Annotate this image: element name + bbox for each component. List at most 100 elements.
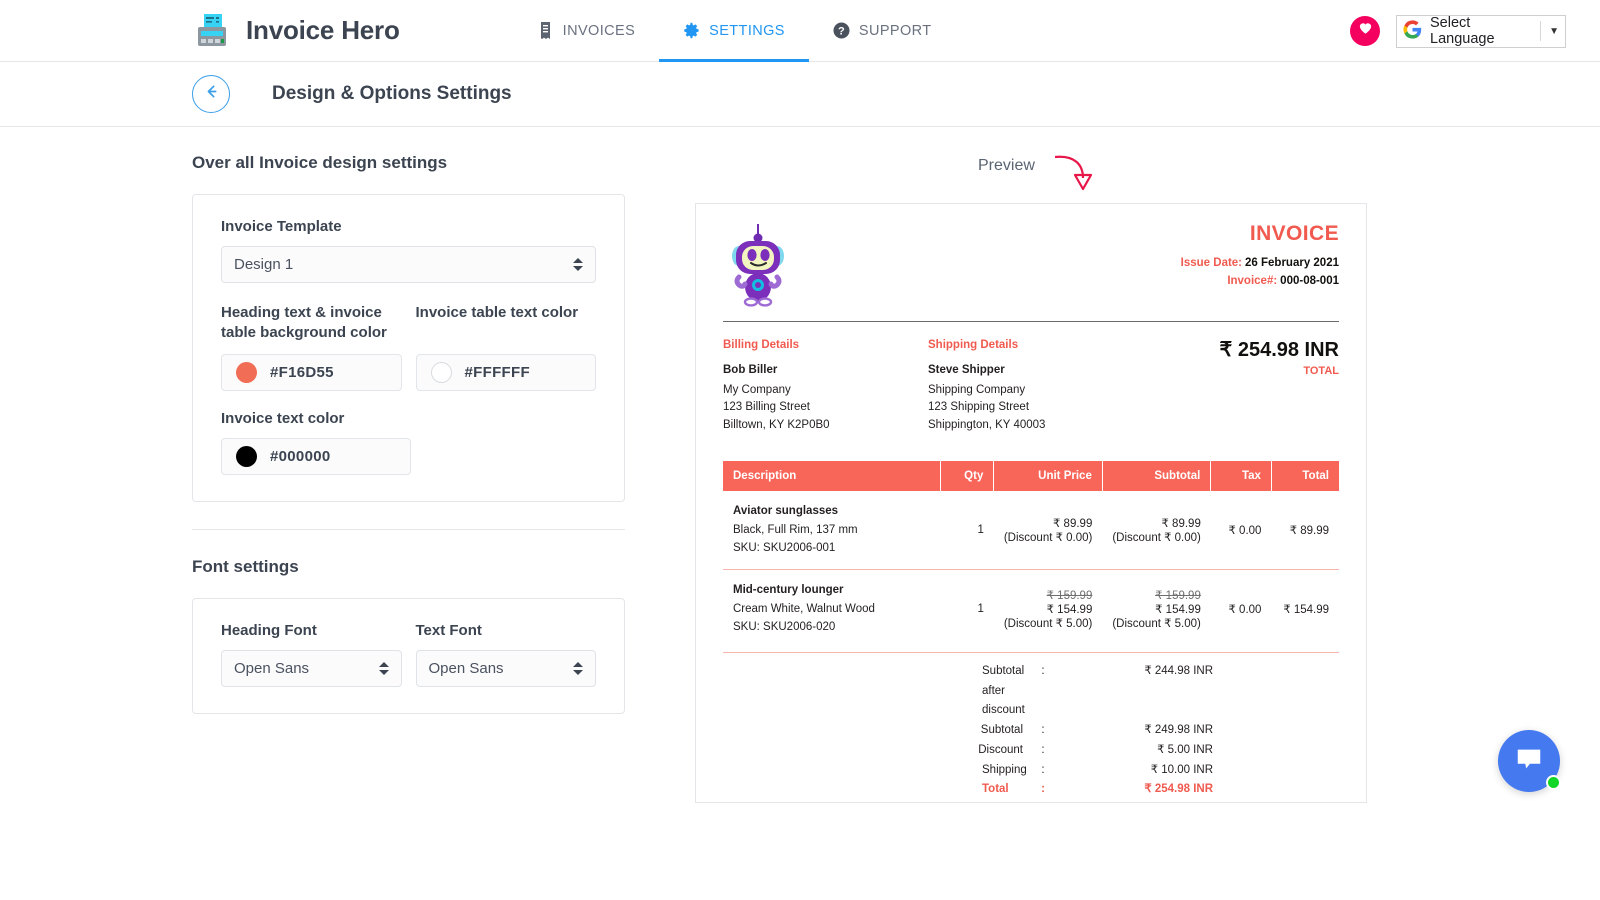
robot-logo-icon [723, 222, 793, 307]
item-total: ₹ 154.99 [1271, 568, 1339, 648]
totals-row: Shipping : ₹ 10.00 INR [723, 761, 1339, 781]
chat-bubble-icon [1514, 744, 1544, 779]
totals-separator: : [1041, 664, 1045, 677]
chevron-down-icon[interactable]: ▼ [1540, 21, 1559, 41]
item-qty: 1 [940, 568, 994, 648]
language-selector[interactable]: Select Language ▼ [1396, 14, 1566, 48]
nav-item-support-label: SUPPORT [858, 22, 932, 39]
online-status-indicator [1546, 775, 1561, 790]
shipping-line-2: 123 Shipping Street [928, 401, 1030, 414]
totals-value: ₹ 249.98 INR [1144, 724, 1213, 737]
text-font-field: Text Font Open Sans [415, 621, 596, 687]
table-text-color-value: #FFFFFF [464, 363, 530, 381]
billing-heading: Billing Details [723, 339, 800, 351]
item-name: Aviator sunglasses [733, 505, 839, 518]
issue-date-row: Issue Date: 26 February 2021 [1181, 255, 1339, 273]
invoice-template-select[interactable]: Design 1 [221, 245, 596, 283]
totals-label: Subtotal after discount [982, 664, 1025, 717]
design-settings-heading: Over all Invoice design settings [192, 153, 448, 172]
column-subtotal: Subtotal [1102, 461, 1212, 492]
totals-label: Shipping [982, 763, 1027, 776]
item-unit-price-cell: ₹ 89.99 (Discount ₹ 0.00) [994, 491, 1103, 569]
shipping-line-1: Shipping Company [928, 383, 1026, 396]
language-selector-label: Select Language [1430, 15, 1495, 47]
invoice-preview: INVOICE Issue Date: 26 February 2021 Invo… [695, 203, 1367, 803]
nav-item-support[interactable]: ? SUPPORT [809, 0, 956, 62]
invoice-printer-logo-icon [192, 11, 232, 51]
item-subtotal-cell: ₹ 89.99 (Discount ₹ 0.00) [1102, 491, 1211, 569]
column-unit-price: Unit Price [993, 461, 1103, 492]
heading-font-value: Open Sans [234, 659, 310, 677]
invoice-text-color-field: Invoice text color #000000 [221, 409, 411, 475]
arrow-left-icon [202, 82, 221, 106]
color-swatch[interactable] [236, 445, 257, 467]
nav-item-settings[interactable]: SETTINGS [659, 0, 809, 62]
svg-text:?: ? [838, 26, 845, 38]
help-icon: ? [833, 22, 850, 39]
totals-label: Total [982, 783, 1009, 796]
column-description: Description [723, 461, 941, 492]
item-description-cell: Mid-century lounger Cream White, Walnut … [723, 568, 941, 648]
brand[interactable]: Invoice Hero [192, 11, 400, 51]
heading-color-value: #F16D55 [270, 363, 334, 381]
item-unit-price-cell: ₹ 159.99 ₹ 154.99 (Discount ₹ 5.00) [993, 568, 1103, 648]
totals-value: ₹ 254.98 INR [1144, 783, 1213, 796]
totals-separator: : [1041, 763, 1045, 776]
brand-name: Invoice Hero [246, 15, 400, 45]
table-row: Mid-century lounger Cream White, Walnut … [723, 568, 1339, 648]
billing-line-2: 123 Billing Street [723, 401, 810, 414]
column-qty: Qty [940, 461, 995, 492]
favorite-heart-button[interactable] [1350, 16, 1380, 46]
stepper-icon[interactable] [378, 661, 389, 675]
stepper-icon[interactable] [573, 257, 583, 271]
invoice-text-color-label: Invoice text color [221, 409, 345, 427]
nav-item-settings-label: SETTINGS [709, 22, 785, 39]
invoice-header: INVOICE Issue Date: 26 February 2021 Invo… [723, 222, 1339, 307]
heading-font-select[interactable]: Open Sans [221, 649, 402, 687]
invoice-text-color-input[interactable]: #000000 [221, 437, 411, 475]
invoice-text-color-value: #000000 [270, 447, 331, 465]
chat-widget-button[interactable] [1498, 730, 1561, 792]
item-desc: Black, Full Rim, 137 mm [733, 523, 858, 536]
nav-item-invoices[interactable]: INVOICES [513, 0, 660, 62]
billing-line-3: Billtown, KY K2P0B0 [723, 419, 830, 432]
invoice-grand-total: ₹ 254.98 INR TOTAL [1220, 337, 1339, 435]
invoice-totals: Subtotal after discount : ₹ 244.98 INR S… [723, 651, 1339, 800]
column-tax: Tax [1210, 461, 1272, 492]
main-content: Over all Invoice design settings Invoice… [0, 127, 1600, 803]
invoice-parties: Billing Details Bob Biller My Company 12… [723, 337, 1339, 435]
preview-label: Preview [978, 157, 1035, 174]
billing-line-1: My Company [723, 383, 791, 396]
item-subtotal-discount: (Discount ₹ 5.00) [1112, 617, 1201, 630]
heading-color-field: Heading text & invoice table background … [221, 303, 402, 391]
item-tax: ₹ 0.00 [1228, 525, 1262, 537]
totals-separator: : [1041, 743, 1045, 756]
font-fields-row: Heading Font Open Sans Text Font Open Sa… [221, 621, 596, 687]
item-unit-price: ₹ 154.99 [1046, 603, 1093, 616]
totals-row-grand: Total : ₹ 254.98 INR [723, 780, 1339, 800]
column-total: Total [1271, 461, 1339, 492]
table-header-row: Description Qty Unit Price Subtotal Tax … [723, 461, 1339, 492]
table-row: Aviator sunglasses Black, Full Rim, 137 … [723, 491, 1339, 569]
shipping-details: Shipping Details Steve Shipper Shipping … [928, 337, 1133, 435]
color-swatch[interactable] [430, 361, 452, 383]
heading-color-input[interactable]: #F16D55 [221, 353, 402, 391]
invoice-template-label: Invoice Template [221, 218, 342, 235]
heart-icon [1358, 21, 1373, 41]
nav-item-invoices-label: INVOICES [562, 22, 636, 39]
table-text-color-input[interactable]: #FFFFFF [415, 353, 596, 391]
text-font-select[interactable]: Open Sans [415, 649, 596, 687]
totals-row: Discount : ₹ 5.00 INR [723, 741, 1339, 761]
item-unit-discount: (Discount ₹ 0.00) [1003, 532, 1093, 544]
color-swatch[interactable] [236, 361, 257, 383]
gear-icon [683, 22, 700, 39]
invoice-design-card: Invoice Template Design 1 Heading text &… [192, 194, 625, 502]
item-qty: 1 [977, 524, 984, 536]
back-button[interactable] [192, 75, 230, 113]
totals-value: ₹ 5.00 INR [1157, 743, 1213, 756]
invoice-template-value: Design 1 [234, 255, 294, 273]
preview-column: Preview INVOICE Issue Date: 26 February … [640, 153, 1600, 803]
stepper-icon[interactable] [573, 661, 583, 675]
billing-name: Bob Biller [723, 363, 778, 376]
totals-row: Subtotal after discount : ₹ 244.98 INR [723, 662, 1339, 721]
